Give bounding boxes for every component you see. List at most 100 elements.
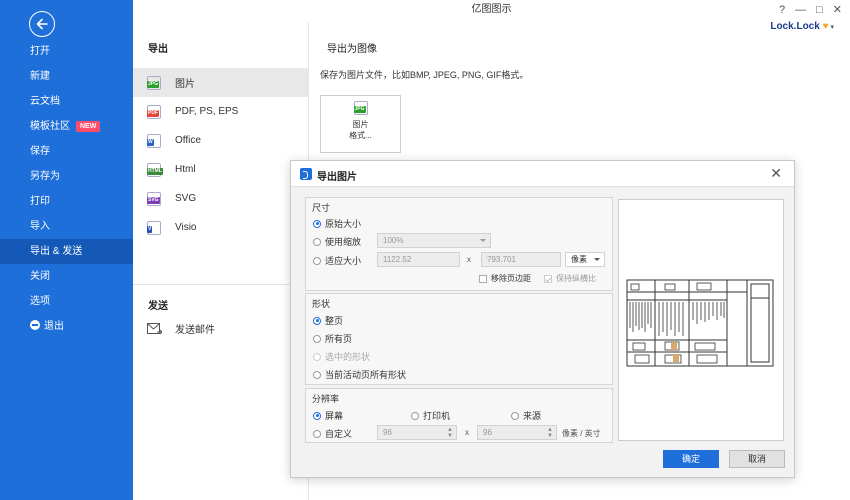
file-sidebar: 打开 新建 云文档 模板社区 NEW 保存 另存为 打印 导入 导出 & 发送 关… xyxy=(0,0,133,500)
radio[interactable] xyxy=(411,411,419,420)
radio[interactable] xyxy=(313,256,321,265)
radio[interactable] xyxy=(313,334,321,343)
option-label: 使用缩放 xyxy=(325,237,362,247)
window-controls: ? — □ ✕ xyxy=(779,0,842,20)
maximize-icon[interactable]: □ xyxy=(816,0,823,20)
sidebar-item-import[interactable]: 导入 xyxy=(0,214,133,239)
resolution-x-input[interactable]: 96 ▲ ▼ xyxy=(377,425,457,440)
source-option[interactable]: 来源 xyxy=(511,409,541,422)
custom-option[interactable]: 自定义 xyxy=(313,427,352,440)
zoom-value: 100% xyxy=(383,236,404,245)
zoom-select[interactable]: 100% xyxy=(377,233,491,248)
cancel-button[interactable]: 取消 xyxy=(729,450,785,468)
checkbox[interactable] xyxy=(544,274,552,283)
word-file-icon: W xyxy=(147,133,161,148)
export-item-html[interactable]: HTML Html xyxy=(133,155,308,184)
width-value: 1122.52 xyxy=(383,255,412,264)
window-title: 亿图图示 xyxy=(471,4,512,15)
wardrobe-preview-image xyxy=(626,279,774,367)
sidebar-item-cloud-docs[interactable]: 云文档 xyxy=(0,89,133,114)
sidebar-item-open[interactable]: 打开 xyxy=(0,39,133,64)
radio-checked[interactable] xyxy=(313,411,321,420)
export-item-image[interactable]: JPG 图片 xyxy=(133,68,308,97)
resolution-y-value: 96 xyxy=(483,428,492,437)
group-title: 形状 xyxy=(312,299,331,309)
resolution-x-value: 96 xyxy=(383,428,392,437)
group-title: 尺寸 xyxy=(312,203,331,213)
sidebar-item-close[interactable]: 关闭 xyxy=(0,264,133,289)
remove-margin-checkbox[interactable]: 移除页边距 xyxy=(479,273,531,284)
sidebar-item-save-as[interactable]: 另存为 xyxy=(0,164,133,189)
width-input[interactable]: 1122.52 xyxy=(377,252,460,267)
export-item-label: Html xyxy=(175,164,196,175)
keep-ratio-checkbox[interactable]: 保持纵横比 xyxy=(544,273,596,284)
spinner-icon[interactable]: ▲ ▼ xyxy=(447,427,453,439)
brand-name: Lock.Lock xyxy=(770,21,820,32)
dialog-title-bar: 导出图片 ✕ xyxy=(291,161,794,187)
spinner-icon[interactable]: ▲ ▼ xyxy=(547,427,553,439)
close-icon[interactable]: ✕ xyxy=(770,165,782,182)
export-item-office[interactable]: W Office xyxy=(133,126,308,155)
radio[interactable] xyxy=(313,237,321,246)
new-badge: NEW xyxy=(76,120,101,132)
title-bar: 亿图图示 ? — □ ✕ xyxy=(133,0,850,22)
export-panel: 导出 JPG 图片 PDF PDF, PS, EPS W Office HTML… xyxy=(133,22,309,500)
screen-option[interactable]: 屏幕 xyxy=(313,409,343,422)
checkbox[interactable] xyxy=(479,274,487,283)
svg-file-icon: SVG xyxy=(147,191,161,206)
html-file-icon: HTML xyxy=(147,162,163,177)
mail-icon xyxy=(147,322,162,334)
use-zoom-option[interactable]: 使用缩放 xyxy=(313,235,361,248)
send-email-item[interactable]: 发送邮件 xyxy=(147,321,215,336)
content-description: 保存为图片文件，比如BMP, JPEG, PNG, GIF格式。 xyxy=(320,70,529,80)
fit-size-option[interactable]: 适应大小 xyxy=(313,254,361,267)
send-email-label: 发送邮件 xyxy=(175,325,215,336)
export-item-pdf[interactable]: PDF PDF, PS, EPS xyxy=(133,97,308,126)
radio[interactable] xyxy=(511,411,519,420)
group-title: 分辨率 xyxy=(312,394,340,404)
export-item-label: SVG xyxy=(175,193,197,204)
option-label: 整页 xyxy=(325,316,344,326)
sidebar-item-exit[interactable]: 退出 xyxy=(0,314,133,339)
unit-select[interactable]: 像素 xyxy=(565,252,605,267)
active-page-shapes-option[interactable]: 当前活动页所有形状 xyxy=(313,368,406,381)
radio[interactable] xyxy=(313,370,321,379)
whole-page-option[interactable]: 整页 xyxy=(313,314,343,327)
ok-button[interactable]: 确定 xyxy=(663,450,719,468)
radio[interactable] xyxy=(313,429,321,438)
export-item-label: 图片 xyxy=(175,79,195,90)
back-arrow-icon[interactable] xyxy=(29,11,55,37)
sidebar-item-options[interactable]: 选项 xyxy=(0,289,133,314)
chevron-down-icon xyxy=(480,239,486,242)
image-format-card[interactable]: JPG 图片 格式... xyxy=(320,95,401,153)
help-icon[interactable]: ? xyxy=(779,0,785,20)
original-size-option[interactable]: 原始大小 xyxy=(313,217,361,230)
export-item-svg[interactable]: SVG SVG xyxy=(133,184,308,213)
user-brand[interactable]: Lock.Lock ♥ ▾ xyxy=(770,21,834,32)
radio-checked[interactable] xyxy=(313,219,321,228)
export-item-visio[interactable]: V Visio xyxy=(133,213,308,242)
sidebar-item-new[interactable]: 新建 xyxy=(0,64,133,89)
export-item-label: Office xyxy=(175,135,201,146)
close-window-icon[interactable]: ✕ xyxy=(833,0,842,20)
chevron-down-icon xyxy=(594,258,600,261)
minimize-icon[interactable]: — xyxy=(795,0,806,20)
option-label: 来源 xyxy=(523,411,542,421)
option-label: 自定义 xyxy=(325,429,353,439)
visio-file-icon: V xyxy=(147,220,161,235)
radio[interactable] xyxy=(313,352,321,361)
option-label: 屏幕 xyxy=(325,411,344,421)
printer-option[interactable]: 打印机 xyxy=(411,409,450,422)
all-pages-option[interactable]: 所有页 xyxy=(313,332,352,345)
checkbox-label: 保持纵横比 xyxy=(556,274,596,283)
resolution-y-input[interactable]: 96 ▲ ▼ xyxy=(477,425,557,440)
radio-checked[interactable] xyxy=(313,316,321,325)
card-label: 图片 xyxy=(352,120,369,129)
sidebar-item-print[interactable]: 打印 xyxy=(0,189,133,214)
selected-shapes-option[interactable]: 选中的形状 xyxy=(313,350,370,363)
card-label-sub: 格式... xyxy=(349,131,372,140)
sidebar-item-template-community[interactable]: 模板社区 NEW xyxy=(0,114,133,139)
sidebar-item-save[interactable]: 保存 xyxy=(0,139,133,164)
sidebar-item-export-send[interactable]: 导出 & 发送 xyxy=(0,239,133,264)
height-input[interactable]: 793.701 xyxy=(481,252,561,267)
